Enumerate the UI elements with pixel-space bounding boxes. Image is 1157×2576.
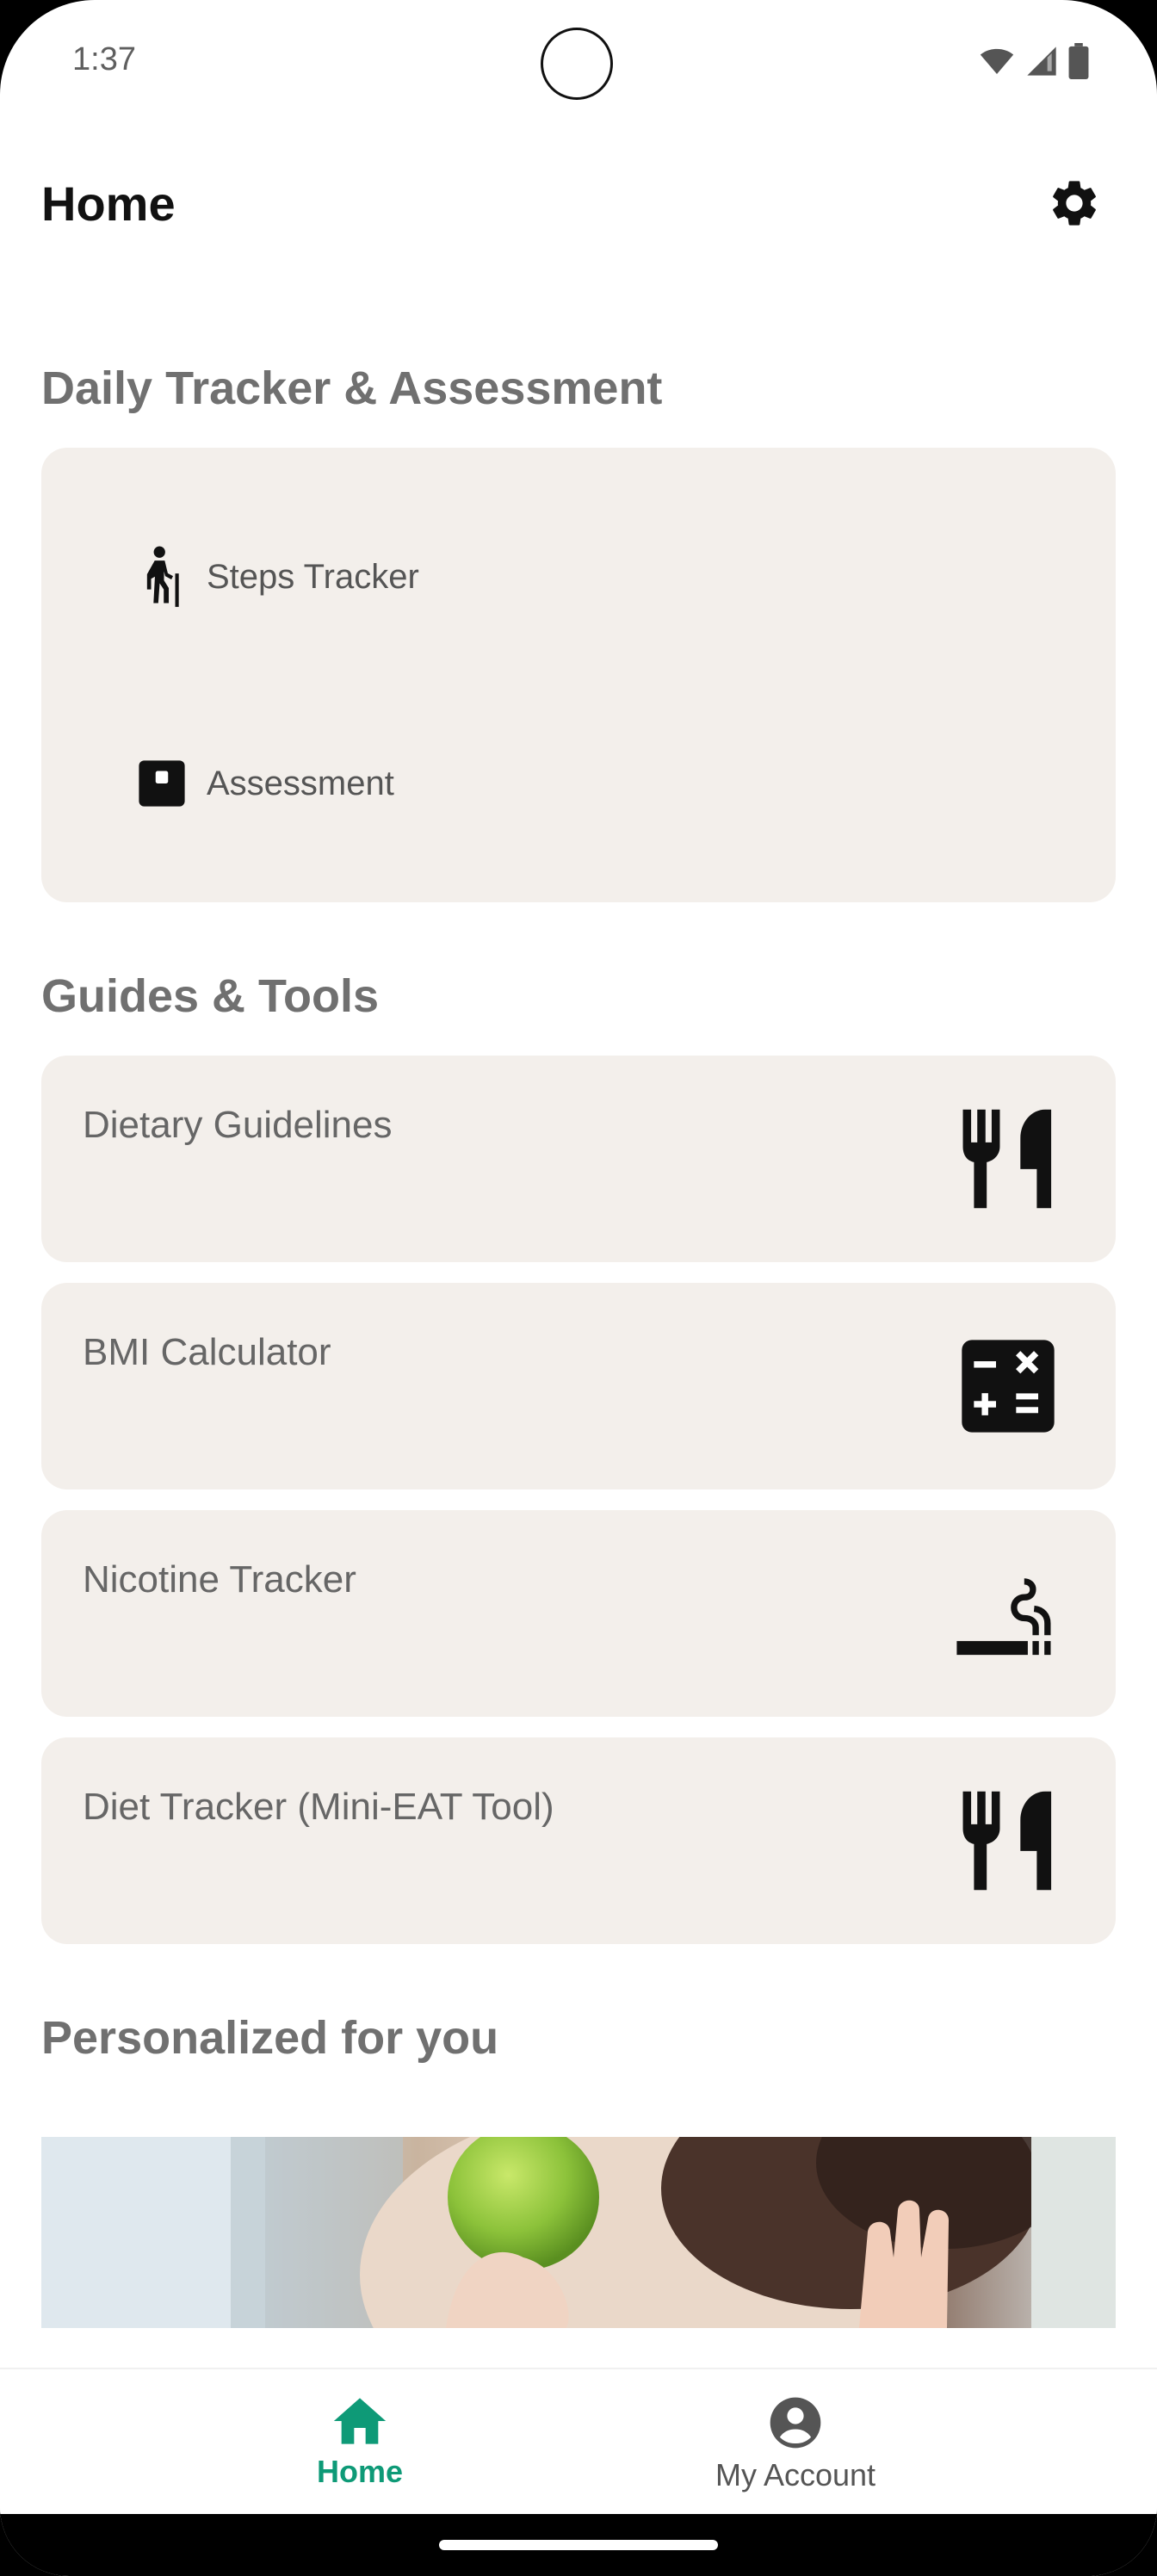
apple-photo bbox=[41, 2137, 1116, 2328]
wifi-icon bbox=[980, 48, 1014, 74]
bmi-calculator-label: BMI Calculator bbox=[83, 1331, 331, 1373]
assessment-icon bbox=[127, 749, 196, 818]
home-icon bbox=[333, 2398, 387, 2444]
daily-tracker-card: Steps Tracker Assessment bbox=[41, 448, 1116, 902]
walking-icon bbox=[127, 542, 196, 611]
nicotine-tracker-card[interactable]: Nicotine Tracker bbox=[41, 1510, 1116, 1717]
home-gesture-bar[interactable] bbox=[439, 2540, 718, 2550]
steps-tracker-item[interactable]: Steps Tracker bbox=[127, 534, 1023, 620]
personalized-banner-image[interactable] bbox=[41, 2137, 1116, 2328]
signal-icon bbox=[1027, 46, 1056, 76]
status-icons bbox=[978, 43, 1090, 79]
phone-screen: 1:37 Home Daily Tracker & Assessment Ste… bbox=[0, 0, 1157, 2576]
battery-icon bbox=[1068, 43, 1089, 79]
nav-label-my-account: My Account bbox=[715, 2457, 876, 2492]
system-gesture-area bbox=[0, 2514, 1157, 2576]
status-bar: 1:37 bbox=[0, 0, 1157, 129]
nav-label-home: Home bbox=[316, 2454, 404, 2489]
section-title-personalized: Personalized for you bbox=[41, 2012, 499, 2064]
status-time: 1:37 bbox=[72, 41, 136, 77]
settings-button[interactable] bbox=[1043, 172, 1105, 234]
smoking-icon bbox=[952, 1557, 1064, 1669]
section-title-daily: Daily Tracker & Assessment bbox=[41, 362, 663, 414]
steps-tracker-label: Steps Tracker bbox=[207, 557, 419, 596]
gear-icon bbox=[1053, 181, 1096, 226]
bottom-navigation: Home My Account bbox=[0, 2368, 1157, 2516]
nav-item-my-account[interactable]: My Account bbox=[666, 2395, 925, 2493]
assessment-label: Assessment bbox=[207, 764, 394, 802]
account-circle-icon bbox=[770, 2397, 821, 2449]
restaurant-icon bbox=[952, 1103, 1064, 1215]
diet-tracker-card[interactable]: Diet Tracker (Mini-EAT Tool) bbox=[41, 1737, 1116, 1944]
restaurant-icon bbox=[952, 1785, 1064, 1897]
assessment-item[interactable]: Assessment bbox=[127, 740, 1023, 827]
bmi-calculator-card[interactable]: BMI Calculator bbox=[41, 1283, 1116, 1489]
page-title: Home bbox=[41, 176, 176, 231]
calculator-icon bbox=[952, 1330, 1064, 1442]
app-header: Home bbox=[0, 155, 1157, 258]
nav-item-home[interactable]: Home bbox=[231, 2395, 489, 2490]
camera-cutout bbox=[541, 28, 613, 100]
dietary-guidelines-card[interactable]: Dietary Guidelines bbox=[41, 1056, 1116, 1262]
diet-tracker-label: Diet Tracker (Mini-EAT Tool) bbox=[83, 1786, 554, 1828]
section-title-guides: Guides & Tools bbox=[41, 970, 380, 1022]
dietary-guidelines-label: Dietary Guidelines bbox=[83, 1104, 393, 1146]
nicotine-tracker-label: Nicotine Tracker bbox=[83, 1558, 356, 1601]
